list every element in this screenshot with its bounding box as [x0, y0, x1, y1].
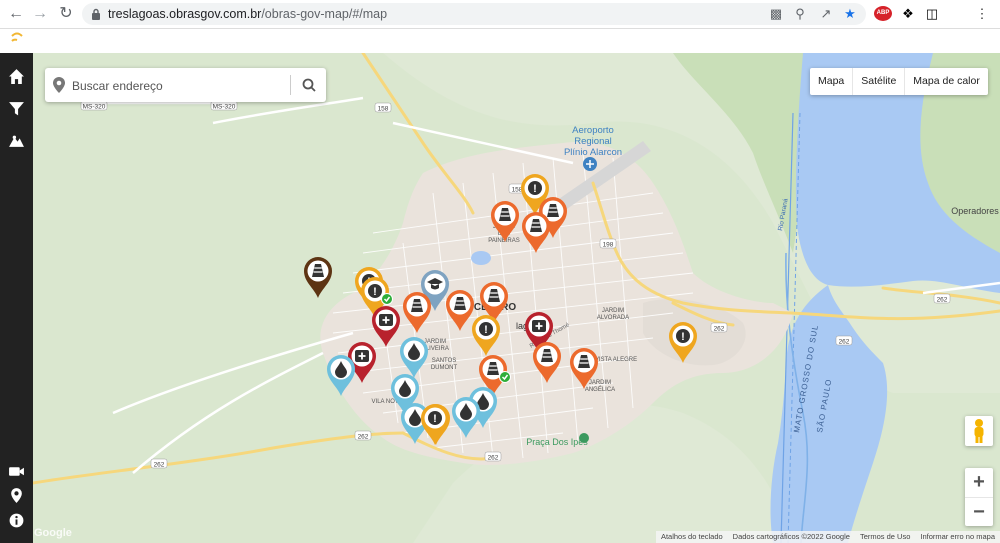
road-label: 262: [714, 326, 725, 333]
landscape-icon[interactable]: [8, 132, 25, 149]
svg-text:SANTOS: SANTOS: [432, 358, 457, 364]
road-label: 262: [937, 297, 948, 304]
road-label: 262: [154, 462, 165, 469]
url-path: /obras-gov-map/#/map: [261, 7, 388, 21]
keyboard-shortcuts-link[interactable]: Atalhos do teclado: [656, 531, 728, 543]
road-label: 198: [603, 242, 614, 249]
home-icon[interactable]: [8, 68, 25, 85]
address-search-input[interactable]: [70, 76, 294, 96]
road-label: 158: [378, 106, 389, 113]
location-pin-icon[interactable]: [8, 487, 25, 504]
side-panel-icon[interactable]: ◫: [924, 6, 940, 22]
svg-text:!: !: [484, 324, 488, 336]
search-divider: [290, 75, 291, 95]
svg-text:VISTA ALEGRE: VISTA ALEGRE: [595, 357, 637, 363]
url-host: treslagoas.obrasgov.com.br: [108, 7, 262, 21]
sidebar: [0, 53, 33, 543]
filter-icon[interactable]: [8, 100, 25, 117]
browser-menu-icon[interactable]: ⋮: [974, 6, 990, 22]
zoom-out-button[interactable]: −: [965, 498, 993, 526]
url-text: treslagoas.obrasgov.com.br/obras-gov-map…: [108, 7, 387, 21]
video-icon[interactable]: [8, 463, 25, 480]
svg-text:DUMONT: DUMONT: [431, 365, 458, 371]
svg-text:ALVORADA: ALVORADA: [597, 315, 629, 321]
extensions-puzzle-icon[interactable]: ❖: [900, 6, 916, 22]
svg-text:!: !: [533, 183, 537, 195]
reload-icon[interactable]: ↻: [56, 4, 76, 24]
share-icon[interactable]: ↗: [818, 6, 834, 22]
adblock-icon[interactable]: ABP: [874, 6, 892, 21]
zoom-icon[interactable]: ⚲: [792, 6, 808, 22]
report-error-link[interactable]: Informar erro no mapa: [915, 531, 1000, 543]
park-label: Praça Dos Ipês: [526, 437, 588, 447]
pegman-icon: [974, 419, 984, 443]
forward-arrow-icon[interactable]: →: [30, 4, 50, 24]
blocked-content-icon[interactable]: ▩: [768, 6, 784, 22]
map-canvas[interactable]: MS-320 MS-320 158 158 198 262 262 262 26…: [33, 53, 1000, 543]
airport-label: Aeroporto: [572, 125, 614, 136]
svg-text:!: !: [433, 413, 437, 425]
map-footer: Atalhos do teclado Dados cartográficos ©…: [655, 531, 1000, 543]
google-logo: Google: [34, 527, 72, 539]
map-type-map-button[interactable]: Mapa: [810, 68, 852, 95]
search-icon[interactable]: [297, 74, 321, 96]
info-icon[interactable]: [8, 512, 25, 529]
place-label: Operadores: [951, 206, 999, 216]
map-type-satellite-button[interactable]: Satélite: [852, 68, 904, 95]
zoom-control: + −: [965, 468, 993, 526]
map-type-control: Mapa Satélite Mapa de calor: [810, 68, 988, 95]
airport-label: Plínio Alarcon: [564, 147, 622, 158]
lock-icon: [92, 8, 100, 20]
terms-link[interactable]: Termos de Uso: [855, 531, 915, 543]
zoom-in-button[interactable]: +: [965, 468, 993, 496]
app-header: [0, 29, 1000, 53]
status-done-check-icon: [499, 371, 511, 383]
road-label: MS-320: [213, 104, 236, 111]
bookmark-star-icon[interactable]: ★: [842, 6, 858, 22]
svg-text:JARDIM: JARDIM: [602, 308, 624, 314]
svg-text:JARDIM: JARDIM: [589, 380, 611, 386]
location-pin-icon: [53, 77, 65, 93]
airport-label: Regional: [574, 136, 612, 147]
road-label: MS-320: [83, 104, 106, 111]
svg-text:!: !: [681, 331, 685, 343]
svg-text:!: !: [373, 286, 377, 298]
map-base: MS-320 MS-320 158 158 198 262 262 262 26…: [33, 53, 1000, 543]
app-logo-icon[interactable]: [10, 32, 24, 48]
back-arrow-icon[interactable]: ←: [6, 4, 26, 24]
svg-text:ANGÉLICA: ANGÉLICA: [585, 386, 615, 393]
address-search: [45, 68, 326, 102]
map-data-text: Dados cartográficos ©2022 Google: [732, 532, 850, 541]
address-bar[interactable]: treslagoas.obrasgov.com.br/obras-gov-map…: [82, 3, 866, 25]
road-label: 262: [358, 434, 369, 441]
park-icon: [579, 433, 589, 443]
browser-toolbar: ← → ↻ treslagoas.obrasgov.com.br/obras-g…: [0, 0, 1000, 29]
map-type-heatmap-button[interactable]: Mapa de calor: [904, 68, 988, 95]
road-label: 262: [488, 455, 499, 462]
road-label: 262: [839, 339, 850, 346]
status-done-check-icon: [381, 293, 393, 305]
street-view-pegman[interactable]: [965, 416, 993, 446]
svg-text:JARDIM: JARDIM: [424, 339, 446, 345]
